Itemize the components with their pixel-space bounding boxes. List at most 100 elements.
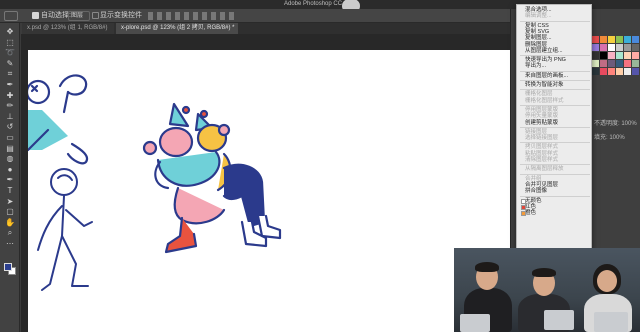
hand-icon[interactable]: ✋ (5, 218, 15, 228)
swatch[interactable] (592, 60, 599, 67)
tools-panel: ✥ ⬚ ➰ ✎ ⌗ ✒ ✚ ✏ ⊥ ↺ ▭ ▤ ◍ ● ✒ T ➤ ▢ ✋ ⌕ ⋯ (0, 23, 20, 332)
swatch[interactable] (600, 68, 607, 75)
swatch[interactable] (592, 36, 599, 43)
quick-select-icon[interactable]: ✎ (5, 59, 15, 69)
menu-item[interactable]: 导出为... (525, 63, 546, 70)
swatch[interactable] (624, 36, 631, 43)
menu-item[interactable]: 来自图层的画板... (525, 73, 568, 80)
eraser-icon[interactable]: ▭ (5, 133, 15, 143)
menu-item: 栅格化图层样式 (525, 97, 564, 104)
menu-separator (520, 70, 590, 72)
menu-item: 从隔离图层释放 (525, 166, 564, 173)
presenter-left-hair (475, 262, 499, 272)
menu-item: 编辑调整... (525, 13, 552, 20)
color-picker-fg-bg[interactable] (4, 263, 16, 275)
swatch[interactable] (632, 60, 639, 67)
menu-item[interactable]: 转换为智能对象 (525, 82, 564, 89)
figure-left-bottom (37, 168, 93, 291)
fill-label[interactable]: 填充: 100% (594, 132, 625, 141)
tab-document-2[interactable]: x-plore.psd @ 123% (组 2 拷贝, RGB/8#) * (116, 23, 238, 34)
crop-icon[interactable]: ⌗ (5, 69, 15, 79)
menu-item: 清除图层样式 (525, 157, 559, 163)
swatch[interactable] (632, 36, 639, 43)
swatch[interactable] (624, 52, 631, 59)
presenter-center (516, 266, 574, 332)
menu-item[interactable]: 从图层建立组... (525, 48, 563, 55)
tab-document-1[interactable]: x.psd @ 123% (组 1, RGB/8#) (22, 23, 114, 34)
show-transform-label: 显示变换控件 (100, 12, 142, 19)
path-select-icon[interactable]: ➤ (5, 197, 15, 207)
document-tabs: x.psd @ 123% (组 1, RGB/8#) x-plore.psd @… (22, 23, 510, 34)
blur-icon[interactable]: ◍ (5, 154, 15, 164)
document-canvas[interactable] (25, 50, 510, 332)
auto-select-label: 自动选择: (41, 12, 71, 19)
swatch[interactable] (632, 44, 639, 51)
type-icon[interactable]: T (5, 186, 15, 196)
menu-item[interactable]: 创建剪贴蒙版 (525, 120, 558, 127)
swatches-panel[interactable] (592, 36, 640, 108)
history-brush-icon[interactable]: ↺ (5, 122, 15, 132)
menu-separator (520, 55, 590, 57)
swatch[interactable] (600, 60, 607, 67)
tool-preset-picker[interactable] (4, 11, 18, 21)
menu-item[interactable]: 橙色 (525, 210, 536, 217)
presenter-center-laptop (544, 310, 574, 330)
layers-panel[interactable]: 不透明度: 100% 填充: 100% (592, 112, 640, 152)
brush-icon[interactable]: ✏ (5, 101, 15, 111)
menu-separator (520, 195, 590, 197)
illustration (25, 74, 282, 291)
swatch[interactable] (608, 68, 615, 75)
menu-separator (520, 20, 590, 22)
swatch[interactable] (600, 52, 607, 59)
swatch[interactable] (632, 68, 639, 75)
auto-select-checkbox[interactable] (32, 12, 39, 19)
presenter-left-laptop (460, 314, 490, 332)
layer-context-menu: 混合选项... 编辑调整... 复制 CSS 复制 SVG 复制图层... 删除图层 从图层… (516, 4, 592, 278)
menu-separator (520, 80, 590, 81)
auto-select-dropdown[interactable]: 图层 (68, 11, 90, 21)
lasso-icon[interactable]: ➰ (5, 48, 15, 58)
swatch[interactable] (592, 44, 599, 51)
swatch[interactable] (616, 68, 623, 75)
foreground-color-swatch[interactable] (4, 263, 12, 271)
window-title: Adobe Photoshop CC (284, 1, 343, 7)
swatch[interactable] (624, 60, 631, 67)
swatch[interactable] (624, 44, 631, 51)
swatch[interactable] (616, 52, 623, 59)
swatch[interactable] (624, 68, 631, 75)
pen-icon[interactable]: ✒ (5, 175, 15, 185)
gradient-icon[interactable]: ▤ (5, 144, 15, 154)
zoom-icon[interactable]: ⌕ (5, 228, 15, 238)
swatch[interactable] (608, 52, 615, 59)
presenter-right-face (597, 270, 617, 292)
eyedropper-icon[interactable]: ✒ (5, 80, 15, 90)
shape-icon[interactable]: ▢ (5, 207, 15, 217)
swatch[interactable] (616, 36, 623, 43)
more-icon[interactable]: ⋯ (5, 239, 15, 249)
swatch[interactable] (608, 36, 615, 43)
swatch[interactable] (600, 44, 607, 51)
healing-icon[interactable]: ✚ (5, 91, 15, 101)
swatch[interactable] (592, 52, 599, 59)
presenter-center-hair (532, 268, 556, 277)
swatch[interactable] (632, 52, 639, 59)
swatch[interactable] (600, 36, 607, 43)
move-icon[interactable]: ✥ (5, 27, 15, 37)
presenter-right-laptop (594, 312, 628, 332)
swatch[interactable] (616, 44, 623, 51)
menu-item: 选择链接图层 (525, 135, 559, 142)
marquee-icon[interactable]: ⬚ (5, 38, 15, 48)
menu-separator (520, 173, 590, 175)
swatch[interactable] (592, 68, 599, 75)
show-transform-checkbox[interactable] (92, 12, 99, 19)
figure-left-top (25, 74, 89, 165)
swatch[interactable] (616, 60, 623, 67)
opacity-label[interactable]: 不透明度: 100% (594, 118, 637, 127)
align-buttons[interactable] (148, 12, 238, 20)
swatch[interactable] (608, 44, 615, 51)
swatch[interactable] (608, 60, 615, 67)
presenter-right (578, 262, 638, 332)
dodge-icon[interactable]: ● (5, 165, 15, 175)
stamp-icon[interactable]: ⊥ (5, 112, 15, 122)
menu-item[interactable]: 拼合图像 (525, 188, 547, 195)
